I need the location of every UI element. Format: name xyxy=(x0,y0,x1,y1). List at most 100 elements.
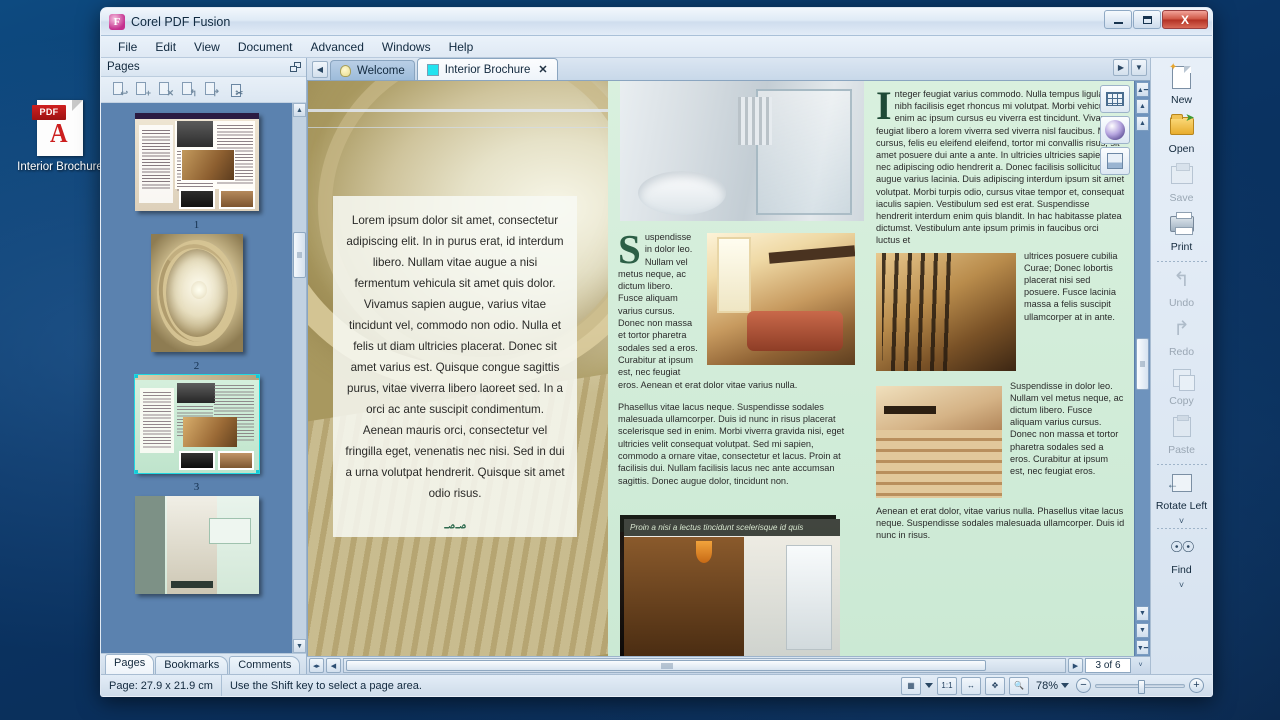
menu-item-edit[interactable]: Edit xyxy=(146,38,185,56)
tab-list-dropdown-button[interactable]: ▼ xyxy=(1131,59,1147,76)
page-thumbnail-4[interactable] xyxy=(135,496,259,594)
rotate-right-page-button[interactable]: ↱ xyxy=(201,80,221,99)
thumbnail-item[interactable]: 2 xyxy=(151,234,243,372)
close-icon[interactable]: ✕ xyxy=(538,63,547,76)
add-page-button[interactable]: + xyxy=(132,80,152,99)
document-tab-strip: ◀ Welcome Interior Brochure ✕ ▶ ▼ xyxy=(307,58,1150,81)
rail-button-redo[interactable]: ↱ Redo xyxy=(1153,314,1211,363)
thumbnail-scroll-track[interactable] xyxy=(293,117,306,639)
panel-tab-pages[interactable]: Pages xyxy=(105,654,154,674)
scroll-prev-page-button[interactable]: ▲ xyxy=(1136,99,1149,114)
page-scroll-thumb[interactable] xyxy=(1136,338,1149,390)
rail-label: Redo xyxy=(1169,346,1194,358)
fit-width-button[interactable]: ↔ xyxy=(961,677,981,695)
zoom-level-dropdown[interactable]: 78% xyxy=(1033,680,1072,692)
menu-item-view[interactable]: View xyxy=(185,38,229,56)
ceiling-beam xyxy=(769,245,855,263)
page-vertical-scrollbar[interactable]: ▲━ ▲ ▲ ▼ ▼ ▼━ xyxy=(1134,81,1150,656)
panel-tab-comments[interactable]: Comments xyxy=(229,656,300,674)
menu-item-windows[interactable]: Windows xyxy=(373,38,440,56)
zoom-slider[interactable] xyxy=(1095,684,1185,688)
right-photo-row-2: Suspendisse in dolor leo. Nullam vel met… xyxy=(876,380,1125,501)
minimize-button[interactable] xyxy=(1104,10,1132,29)
rail-button-new[interactable]: ✦ New xyxy=(1153,62,1211,111)
page-thumbnail-3[interactable] xyxy=(135,375,259,473)
page-scroll-track[interactable] xyxy=(1135,132,1150,605)
thumbnail-scrollbar[interactable]: ▲ ▼ xyxy=(292,103,306,653)
thumbnail-item[interactable]: 3 xyxy=(135,375,259,493)
rail-button-open[interactable]: ➤ Open xyxy=(1153,111,1211,160)
document-tab-interior-brochure[interactable]: Interior Brochure ✕ xyxy=(417,58,558,80)
chevron-down-icon[interactable] xyxy=(925,683,933,688)
panel-tab-bookmarks[interactable]: Bookmarks xyxy=(155,656,228,674)
horizontal-scroll-thumb[interactable] xyxy=(346,660,986,671)
title-bar[interactable]: F Corel PDF Fusion X xyxy=(101,8,1212,36)
rail-button-print[interactable]: Print xyxy=(1153,209,1211,258)
panel-tool-button[interactable] xyxy=(1100,147,1130,175)
magnifier-icon: 🔍 xyxy=(1014,681,1024,690)
document-tab-welcome[interactable]: Welcome xyxy=(330,60,415,80)
thumbnail-scroll-down-button[interactable]: ▼ xyxy=(293,639,306,653)
scroll-overflow-button[interactable]: ˅ xyxy=(1133,658,1148,673)
zoom-tool-button[interactable]: 🔍 xyxy=(1009,677,1029,695)
undock-panel-icon[interactable] xyxy=(290,62,301,72)
thumbnail-scroll-thumb[interactable] xyxy=(293,232,306,278)
extract-page-button[interactable]: ✂ xyxy=(224,80,244,99)
new-document-icon: ✦ xyxy=(1153,64,1211,90)
desktop-icon-interior-brochure[interactable]: A PDF Interior Brochure xyxy=(14,100,106,174)
menu-item-advanced[interactable]: Advanced xyxy=(302,38,373,56)
grid-tool-button[interactable] xyxy=(1100,85,1130,113)
orb-tool-button[interactable] xyxy=(1100,116,1130,144)
scroll-next-page-button[interactable]: ▼ xyxy=(1136,623,1149,638)
menu-item-document[interactable]: Document xyxy=(229,38,302,56)
app-logo-icon: F xyxy=(109,14,125,30)
zoom-in-button[interactable]: + xyxy=(1189,678,1204,693)
close-button[interactable]: X xyxy=(1162,10,1208,29)
tab-label: Interior Brochure xyxy=(445,64,531,76)
scroll-first-page-button[interactable]: ▲━ xyxy=(1136,82,1149,97)
scroll-both-button[interactable]: ◂▸ xyxy=(309,658,324,673)
rail-button-find[interactable]: ☉☉ Find xyxy=(1153,532,1211,581)
rail-button-copy[interactable]: Copy xyxy=(1153,363,1211,412)
scroll-left-button[interactable]: ◀ xyxy=(326,658,341,673)
rail-label: Rotate Left xyxy=(1156,500,1207,512)
scroll-up-button[interactable]: ▲ xyxy=(1136,116,1149,131)
rail-button-save[interactable]: Save xyxy=(1153,160,1211,209)
view-layout-button[interactable]: ▦ xyxy=(901,677,921,695)
rotate-left-page-button[interactable]: ↰ xyxy=(178,80,198,99)
thumbnail-number: 1 xyxy=(135,219,259,231)
rail-divider xyxy=(1157,261,1207,262)
rail-expand-rotate-icon[interactable]: ˅ xyxy=(1179,517,1184,525)
page-thumbnail-1[interactable] xyxy=(135,113,259,211)
page-indicator[interactable]: 3 of 6 xyxy=(1085,658,1131,673)
panel-icon xyxy=(1107,153,1123,169)
page-thumbnail-list: 1 2 xyxy=(101,103,292,653)
delete-page-button[interactable]: ✕ xyxy=(155,80,175,99)
thumbnail-item[interactable] xyxy=(135,496,259,599)
thumbnail-scroll-up-button[interactable]: ▲ xyxy=(293,103,306,117)
tab-scroll-left-button[interactable]: ◀ xyxy=(312,61,328,78)
rail-expand-find-icon[interactable]: ˅ xyxy=(1179,581,1184,589)
rail-button-undo[interactable]: ↰ Undo xyxy=(1153,265,1211,314)
maximize-button[interactable] xyxy=(1133,10,1161,29)
rail-button-rotate-left[interactable]: ← Rotate Left xyxy=(1153,468,1211,517)
actual-size-button[interactable]: 1:1 xyxy=(937,677,957,695)
tab-scroll-right-button[interactable]: ▶ xyxy=(1113,59,1129,76)
fit-page-button[interactable]: ✥ xyxy=(985,677,1005,695)
thumbnail-item[interactable]: 1 xyxy=(135,113,259,231)
page-canvas[interactable]: Lorem ipsum dolor sit amet, consectetur … xyxy=(307,81,1134,656)
page-thumbnail-2[interactable] xyxy=(151,234,243,352)
menu-item-help[interactable]: Help xyxy=(440,38,483,56)
horizontal-scroll-track[interactable] xyxy=(343,658,1066,673)
insert-pages-button[interactable]: ↩ xyxy=(109,80,129,99)
pages-panel: Pages ↩ + ✕ ↰ ↱ ✂ xyxy=(101,58,307,674)
rail-button-paste[interactable]: Paste xyxy=(1153,412,1211,461)
scroll-down-button[interactable]: ▼ xyxy=(1136,606,1149,621)
zoom-out-button[interactable]: − xyxy=(1076,678,1091,693)
scroll-last-page-button[interactable]: ▼━ xyxy=(1136,640,1149,655)
zoom-slider-handle[interactable] xyxy=(1138,680,1145,694)
rail-label: Undo xyxy=(1169,297,1194,309)
page-thumbnail-scroll-area: 1 2 xyxy=(101,103,306,653)
menu-item-file[interactable]: File xyxy=(109,38,146,56)
scroll-right-button[interactable]: ▶ xyxy=(1068,658,1083,673)
